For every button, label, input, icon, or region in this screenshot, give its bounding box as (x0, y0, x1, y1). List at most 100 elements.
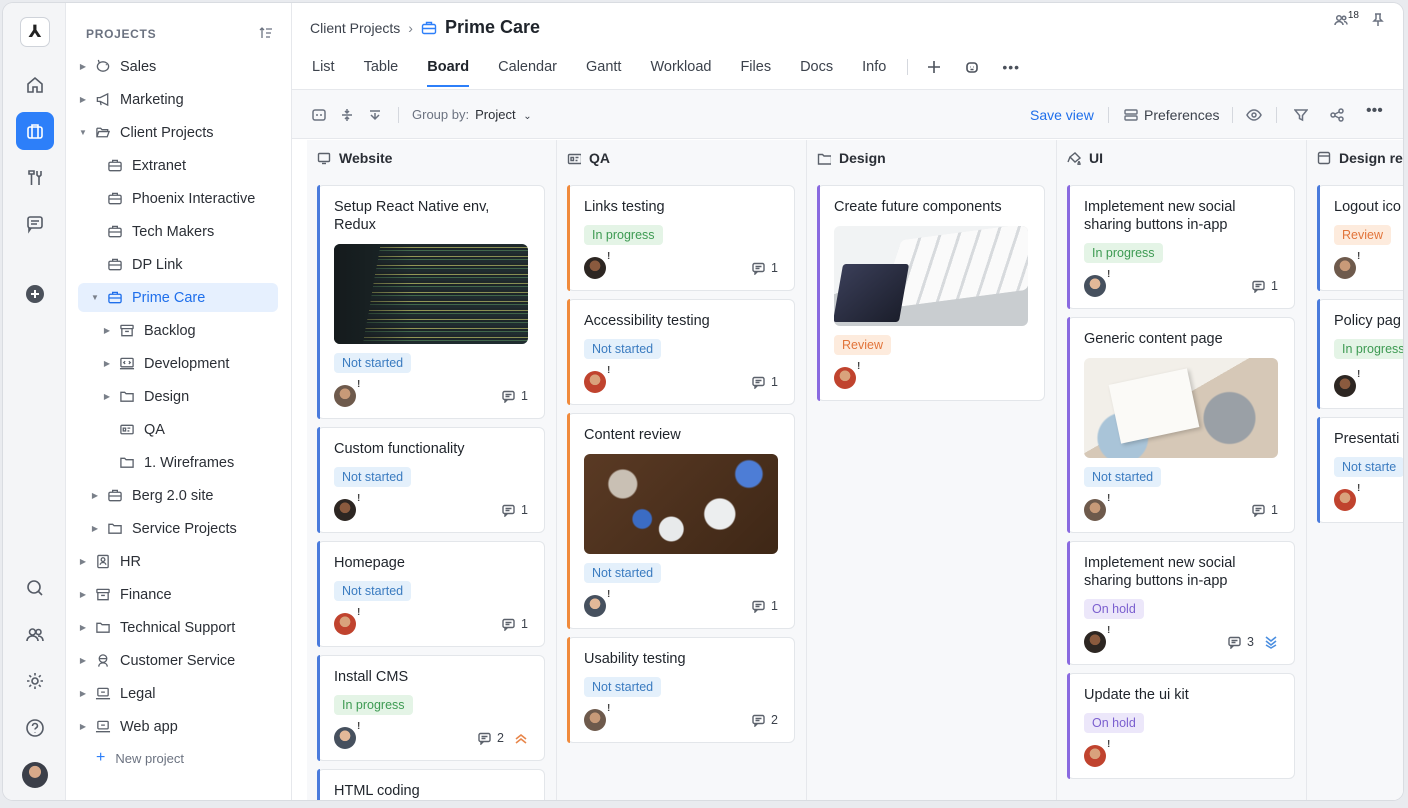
help-icon[interactable] (16, 709, 54, 747)
sidebar-item-finance[interactable]: ▶ Finance (78, 580, 278, 609)
caret-right-icon[interactable]: ▶ (78, 590, 88, 599)
status-badge[interactable]: Not started (334, 467, 412, 487)
column-header[interactable]: Design (817, 150, 886, 166)
sidebar-item-backlog[interactable]: ▶ Backlog (78, 316, 278, 345)
chat-icon[interactable] (16, 205, 54, 243)
status-badge[interactable]: Not started (584, 339, 662, 359)
status-badge[interactable]: In progress (1084, 243, 1163, 263)
search-icon[interactable] (16, 569, 54, 607)
tab-table[interactable]: Table (364, 59, 399, 75)
collapse-all-icon[interactable] (368, 108, 382, 122)
task-card[interactable]: Impletement new social sharing buttons i… (1067, 541, 1295, 665)
caret-right-icon[interactable]: ▶ (78, 689, 88, 698)
comments-count[interactable]: 1 (1252, 279, 1278, 293)
sidebar-item-prime-care[interactable]: ▼ Prime Care (78, 283, 278, 312)
tab-workload[interactable]: Workload (650, 59, 711, 75)
caret-right-icon[interactable]: ▶ (90, 491, 100, 500)
task-card[interactable]: Links testing In progress 1 (567, 185, 795, 291)
task-card[interactable]: HTML coding (317, 769, 545, 800)
more-icon[interactable]: ••• (1002, 59, 1020, 75)
sidebar-item-dp-link[interactable]: DP Link (78, 250, 278, 279)
task-card[interactable]: Setup React Native env, Redux Not started… (317, 185, 545, 419)
robot-icon[interactable] (964, 59, 980, 75)
comments-count[interactable]: 1 (502, 389, 528, 403)
caret-right-icon[interactable]: ▶ (78, 95, 88, 104)
status-badge[interactable]: In progress (1334, 339, 1403, 359)
sidebar-item-qa[interactable]: QA (78, 415, 278, 444)
new-project-button[interactable]: + New project (96, 749, 184, 767)
sidebar-item-client-projects[interactable]: ▼ Client Projects (78, 118, 278, 147)
task-card[interactable]: Logout ico Review (1317, 185, 1403, 291)
comments-count[interactable]: 1 (752, 261, 778, 275)
status-badge[interactable]: Not starte (1334, 457, 1403, 477)
caret-right-icon[interactable]: ▶ (78, 656, 88, 665)
task-card[interactable]: Update the ui kit On hold (1067, 673, 1295, 779)
sidebar-item-extranet[interactable]: Extranet (78, 151, 278, 180)
sidebar-item-berg-2-0-site[interactable]: ▶ Berg 2.0 site (78, 481, 278, 510)
assignee-avatar[interactable] (1334, 483, 1360, 511)
comments-count[interactable]: 2 (478, 731, 504, 745)
sidebar-item-technical-support[interactable]: ▶ Technical Support (78, 613, 278, 642)
assignee-avatar[interactable] (1084, 739, 1110, 767)
assignee-avatar[interactable] (334, 493, 360, 521)
assignee-avatar[interactable] (584, 251, 610, 279)
caret-right-icon[interactable]: ▶ (102, 326, 112, 335)
sidebar-item-phoenix-interactive[interactable]: Phoenix Interactive (78, 184, 278, 213)
task-card[interactable]: Impletement new social sharing buttons i… (1067, 185, 1295, 309)
caret-down-icon[interactable]: ▼ (90, 293, 100, 302)
sidebar-item-marketing[interactable]: ▶ Marketing (78, 85, 278, 114)
task-card[interactable]: Presentati Not starte (1317, 417, 1403, 523)
caret-right-icon[interactable]: ▶ (102, 392, 112, 401)
comments-count[interactable]: 1 (752, 599, 778, 613)
comments-count[interactable]: 1 (502, 503, 528, 517)
tab-gantt[interactable]: Gantt (586, 59, 621, 75)
task-card[interactable]: Create future components Review (817, 185, 1045, 401)
members-button[interactable]: 18 (1334, 10, 1359, 27)
sidebar-item-1-wireframes[interactable]: 1. Wireframes (78, 448, 278, 477)
status-badge[interactable]: Not started (334, 581, 412, 601)
sidebar-item-tech-makers[interactable]: Tech Makers (78, 217, 278, 246)
comments-count[interactable]: 3 (1228, 635, 1254, 649)
add-icon[interactable] (16, 275, 54, 313)
assignee-avatar[interactable] (584, 365, 610, 393)
tab-calendar[interactable]: Calendar (498, 59, 557, 75)
save-view-button[interactable]: Save view (1030, 107, 1094, 123)
assignee-avatar[interactable] (1334, 251, 1360, 279)
caret-right-icon[interactable]: ▶ (102, 359, 112, 368)
status-badge[interactable]: In progress (584, 225, 663, 245)
status-badge[interactable]: Not started (584, 677, 662, 697)
status-badge[interactable]: Not started (1084, 467, 1162, 487)
column-header[interactable]: Design re (1317, 150, 1403, 166)
caret-right-icon[interactable]: ▶ (78, 722, 88, 731)
status-badge[interactable]: On hold (1084, 713, 1144, 733)
assignee-avatar[interactable] (584, 703, 610, 731)
caret-down-icon[interactable]: ▼ (78, 128, 88, 137)
settings-icon[interactable] (16, 662, 54, 700)
team-icon[interactable] (16, 616, 54, 654)
caret-right-icon[interactable]: ▶ (78, 623, 88, 632)
tab-docs[interactable]: Docs (800, 59, 833, 75)
tab-info[interactable]: Info (862, 59, 886, 75)
filter-icon[interactable] (1293, 108, 1309, 122)
assignee-avatar[interactable] (1334, 369, 1360, 397)
user-avatar[interactable] (22, 762, 48, 788)
sidebar-item-customer-service[interactable]: ▶ Customer Service (78, 646, 278, 675)
preferences-button[interactable]: Preferences (1124, 107, 1219, 123)
sidebar-item-service-projects[interactable]: ▶ Service Projects (78, 514, 278, 543)
tools-icon[interactable] (16, 159, 54, 197)
assignee-avatar[interactable] (1084, 493, 1110, 521)
sidebar-item-hr[interactable]: ▶ HR (78, 547, 278, 576)
status-badge[interactable]: Review (834, 335, 891, 355)
status-badge[interactable]: In progress (334, 695, 413, 715)
briefcase-icon[interactable] (16, 112, 54, 150)
column-header[interactable]: UI (1067, 150, 1103, 166)
status-badge[interactable]: On hold (1084, 599, 1144, 619)
sidebar-item-design[interactable]: ▶ Design (78, 382, 278, 411)
caret-right-icon[interactable]: ▶ (90, 524, 100, 533)
task-card[interactable]: Generic content page Not started 1 (1067, 317, 1295, 533)
column-header[interactable]: QA (567, 150, 610, 166)
task-card[interactable]: Homepage Not started 1 (317, 541, 545, 647)
assignee-avatar[interactable] (1084, 269, 1110, 297)
comments-count[interactable]: 1 (752, 375, 778, 389)
tab-files[interactable]: Files (740, 59, 771, 75)
